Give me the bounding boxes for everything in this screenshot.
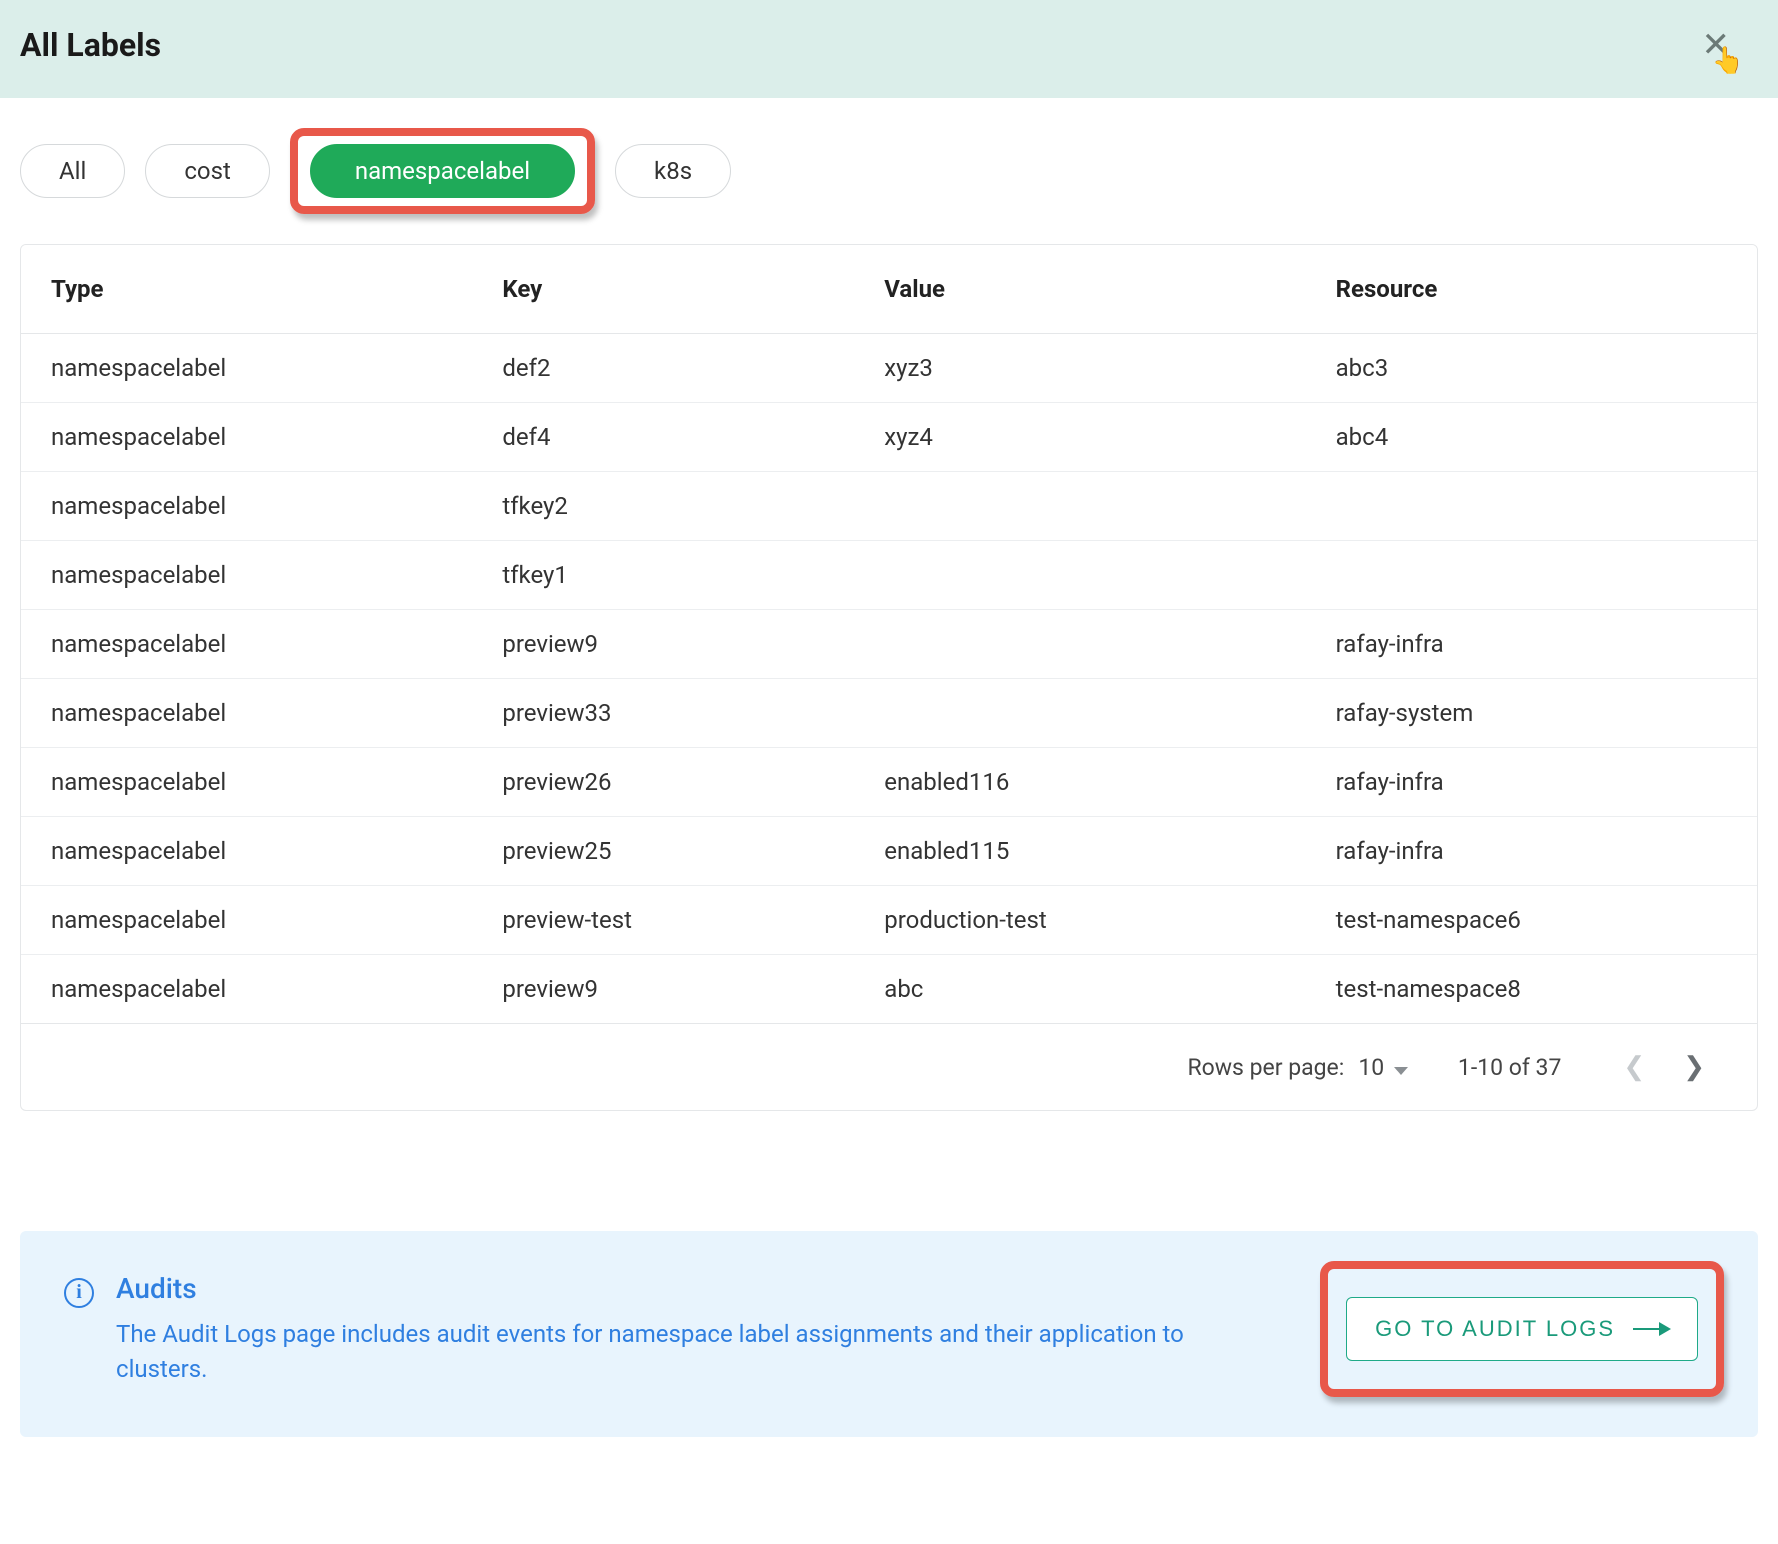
cell-key: preview25 (472, 817, 854, 886)
cell-key: def2 (472, 334, 854, 403)
cell-value: xyz4 (854, 403, 1305, 472)
audit-button-label: GO TO AUDIT LOGS (1375, 1316, 1615, 1342)
cell-value (854, 541, 1305, 610)
table-row[interactable]: namespacelabelpreview9abctest-namespace8 (21, 955, 1757, 1024)
cell-resource: abc3 (1306, 334, 1757, 403)
table-row[interactable]: namespacelabelpreview26enabled116rafay-i… (21, 748, 1757, 817)
cell-key: tfkey1 (472, 541, 854, 610)
cell-key: preview-test (472, 886, 854, 955)
table-row[interactable]: namespacelabelpreview25enabled115rafay-i… (21, 817, 1757, 886)
cell-value (854, 472, 1305, 541)
annotation-highlight: namespacelabel (290, 128, 595, 214)
audits-description: The Audit Logs page includes audit event… (116, 1317, 1216, 1387)
table-row[interactable]: namespacelabelpreview33 rafay-system (21, 679, 1757, 748)
audits-panel: i Audits The Audit Logs page includes au… (20, 1231, 1758, 1437)
column-header-resource[interactable]: Resource (1306, 245, 1757, 334)
pagination-bar: Rows per page: 10 1-10 of 37 ❮ ❯ (21, 1023, 1757, 1110)
column-header-value[interactable]: Value (854, 245, 1305, 334)
cell-resource: abc4 (1306, 403, 1757, 472)
cell-key: def4 (472, 403, 854, 472)
cell-type: namespacelabel (21, 541, 472, 610)
cell-resource (1306, 541, 1757, 610)
table-row[interactable]: namespacelabelpreview-testproduction-tes… (21, 886, 1757, 955)
cell-value: abc (854, 955, 1305, 1024)
cell-value: enabled116 (854, 748, 1305, 817)
close-button[interactable]: ✕ 👆 (1702, 28, 1759, 62)
column-header-key[interactable]: Key (472, 245, 854, 334)
filter-chip-row: All cost namespacelabel k8s (20, 128, 1758, 214)
filter-chip-namespacelabel[interactable]: namespacelabel (310, 144, 575, 198)
cell-type: namespacelabel (21, 886, 472, 955)
column-header-type[interactable]: Type (21, 245, 472, 334)
cell-type: namespacelabel (21, 403, 472, 472)
cell-type: namespacelabel (21, 472, 472, 541)
cell-key: preview9 (472, 955, 854, 1024)
cell-resource: rafay-infra (1306, 817, 1757, 886)
cell-resource: rafay-infra (1306, 748, 1757, 817)
cell-key: preview26 (472, 748, 854, 817)
cell-value (854, 679, 1305, 748)
audits-title: Audits (116, 1272, 1216, 1305)
table-row[interactable]: namespacelabeldef4xyz4abc4 (21, 403, 1757, 472)
table-header-row: Type Key Value Resource (21, 245, 1757, 334)
cell-type: namespacelabel (21, 610, 472, 679)
filter-chip-all[interactable]: All (20, 144, 125, 198)
cell-key: tfkey2 (472, 472, 854, 541)
cell-resource: rafay-infra (1306, 610, 1757, 679)
cell-resource: test-namespace6 (1306, 886, 1757, 955)
cell-type: namespacelabel (21, 817, 472, 886)
cell-resource: rafay-system (1306, 679, 1757, 748)
pagination-prev[interactable]: ❮ (1611, 1048, 1657, 1086)
annotation-highlight: GO TO AUDIT LOGS (1320, 1261, 1724, 1397)
cell-value: production-test (854, 886, 1305, 955)
panel-header: All Labels ✕ 👆 (0, 0, 1778, 98)
filter-chip-cost[interactable]: cost (145, 144, 270, 198)
cell-value (854, 610, 1305, 679)
table-row[interactable]: namespacelabeldef2xyz3abc3 (21, 334, 1757, 403)
cell-type: namespacelabel (21, 679, 472, 748)
page-title: All Labels (20, 26, 161, 64)
cell-value: xyz3 (854, 334, 1305, 403)
rows-per-page-select[interactable]: 10 (1358, 1054, 1408, 1081)
pagination-next[interactable]: ❯ (1671, 1048, 1717, 1086)
cell-type: namespacelabel (21, 955, 472, 1024)
go-to-audit-logs-button[interactable]: GO TO AUDIT LOGS (1346, 1297, 1698, 1361)
arrow-right-icon (1633, 1328, 1669, 1331)
cursor-icon: 👆 (1712, 46, 1744, 76)
labels-table: Type Key Value Resource namespacelabelde… (20, 244, 1758, 1111)
cell-type: namespacelabel (21, 748, 472, 817)
cell-resource (1306, 472, 1757, 541)
info-icon: i (64, 1278, 94, 1308)
rows-per-page-label: Rows per page: (1187, 1054, 1344, 1081)
cell-value: enabled115 (854, 817, 1305, 886)
table-row[interactable]: namespacelabelpreview9 rafay-infra (21, 610, 1757, 679)
cell-type: namespacelabel (21, 334, 472, 403)
filter-chip-k8s[interactable]: k8s (615, 144, 731, 198)
cell-key: preview9 (472, 610, 854, 679)
pagination-range: 1-10 of 37 (1458, 1054, 1562, 1081)
chevron-down-icon (1394, 1067, 1408, 1075)
cell-key: preview33 (472, 679, 854, 748)
table-row[interactable]: namespacelabeltfkey1 (21, 541, 1757, 610)
cell-resource: test-namespace8 (1306, 955, 1757, 1024)
table-row[interactable]: namespacelabeltfkey2 (21, 472, 1757, 541)
